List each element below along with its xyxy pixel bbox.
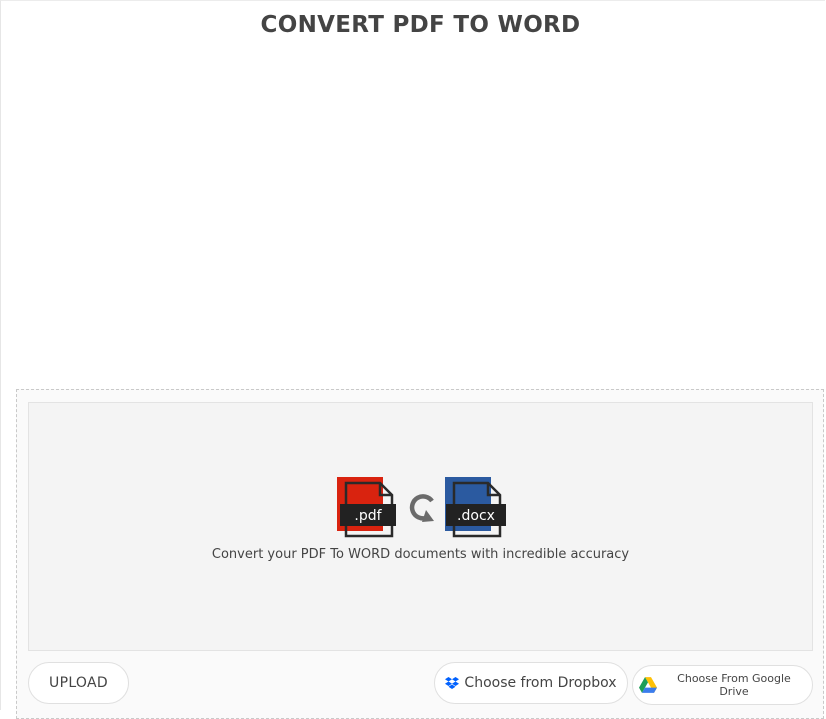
dropbox-icon-shapes [445,676,460,689]
tagline: Convert your PDF To WORD documents with … [211,547,630,562]
docx-label: .docx [457,508,495,524]
google-drive-button[interactable]: Choose From Google Drive [632,665,813,705]
page-title: CONVERT PDF TO WORD [260,12,581,38]
pdf-label: .pdf [354,508,382,524]
conversion-illustration: .pdf .docx [337,477,506,538]
pdf-file-icon: .pdf [337,477,396,538]
dropbox-button-label: Choose from Dropbox [464,675,617,691]
dropbox-icon [445,676,460,690]
google-drive-icon [639,677,657,693]
refresh-icon [409,494,434,522]
docx-file-icon: .docx [445,477,506,538]
google-drive-button-label: Choose From Google Drive [677,672,791,698]
upload-button[interactable]: UPLOAD [28,662,129,704]
dropbox-button[interactable]: Choose from Dropbox [434,662,628,704]
